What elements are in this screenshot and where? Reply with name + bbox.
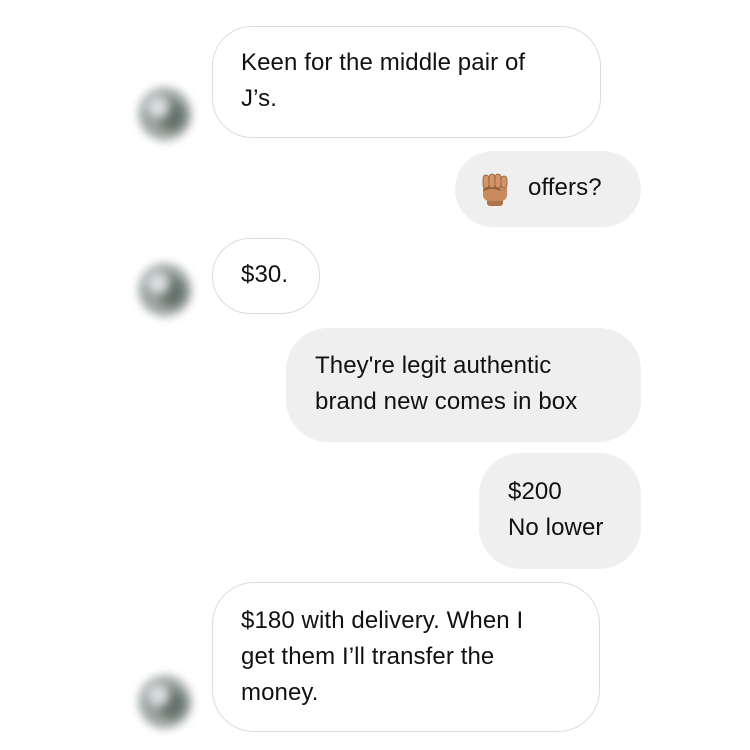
- message-text-line: They're legit authentic: [315, 352, 552, 379]
- contact-avatar[interactable]: [137, 86, 193, 142]
- conversation-thread: Keen for the middle pair of J’s. offers?…: [0, 0, 750, 750]
- message-text-line: No lower: [508, 514, 604, 541]
- received-message-bubble[interactable]: Keen for the middle pair of J’s.: [212, 26, 601, 138]
- message-text-line: J’s.: [241, 85, 277, 112]
- message-text-line: money.: [241, 679, 319, 706]
- message-text-line: brand new comes in box: [315, 388, 578, 415]
- message-text-line: offers?: [528, 174, 602, 201]
- received-message-bubble[interactable]: $30.: [212, 238, 320, 314]
- sent-message-bubble[interactable]: offers?: [455, 151, 641, 227]
- message-text-line: $30.: [241, 261, 289, 288]
- contact-avatar[interactable]: [137, 674, 193, 730]
- sent-message-bubble[interactable]: $200 No lower: [479, 453, 641, 569]
- sent-message-bubble[interactable]: They're legit authentic brand new comes …: [286, 328, 641, 442]
- message-text-line: get them I’ll transfer the: [241, 643, 495, 670]
- message-text-line: $200: [508, 478, 562, 505]
- message-text-line: $180 with delivery. When I: [241, 607, 524, 634]
- contact-avatar[interactable]: [137, 262, 193, 318]
- received-message-bubble[interactable]: $180 with delivery. When I get them I’ll…: [212, 582, 600, 732]
- raised-fist-emoji-icon: [482, 173, 508, 206]
- message-text-line: Keen for the middle pair of: [241, 49, 526, 76]
